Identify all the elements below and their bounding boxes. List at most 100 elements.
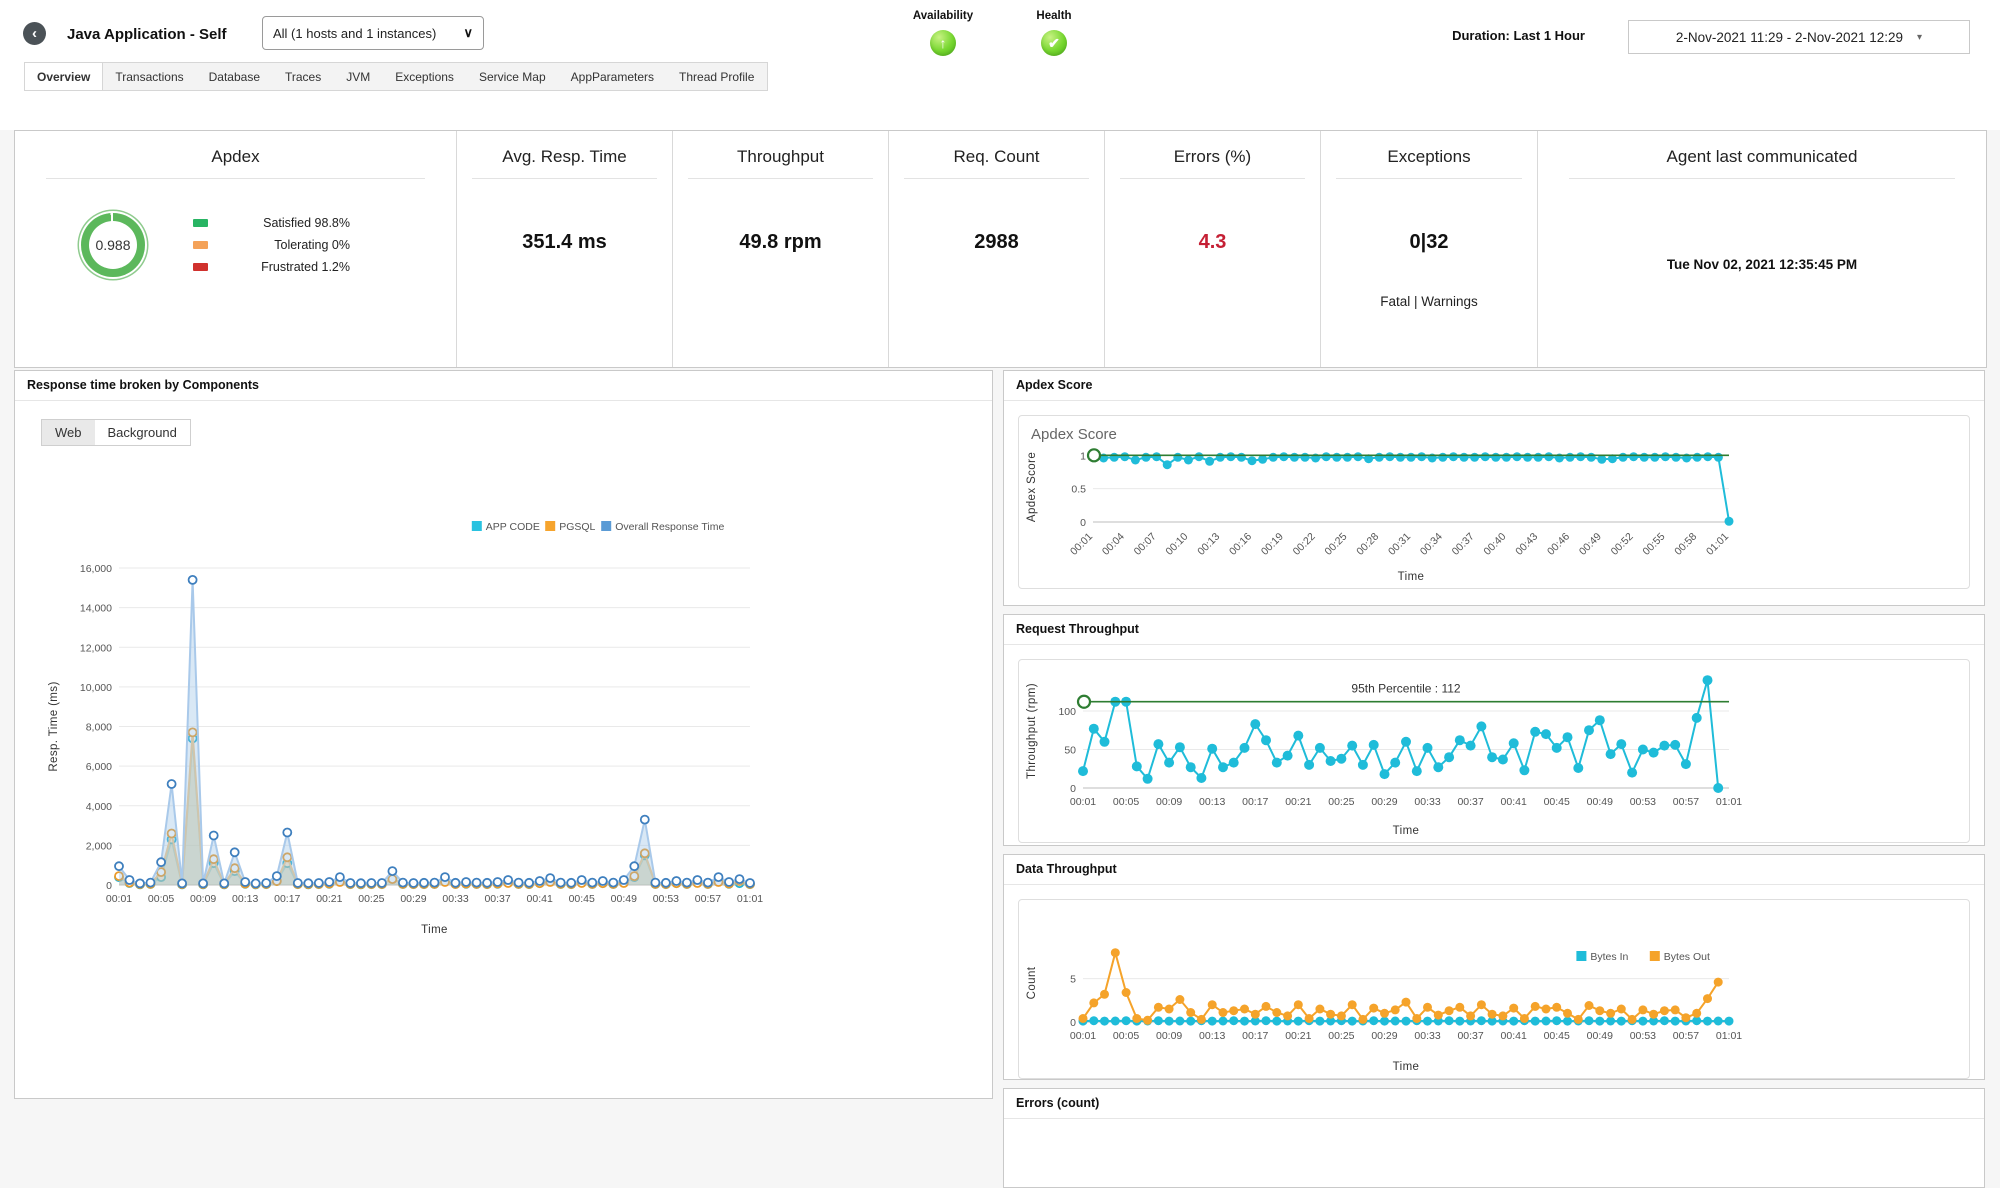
svg-text:00:13: 00:13 (1195, 531, 1222, 558)
svg-text:Apdex Score: Apdex Score (1026, 452, 1038, 522)
tab[interactable]: Transactions (103, 63, 196, 90)
tab[interactable]: Overview (24, 63, 103, 90)
errors-count-panel: Errors (count) (1003, 1088, 1985, 1188)
svg-text:100: 100 (1058, 706, 1076, 718)
card-title: Exceptions (1321, 147, 1537, 167)
card-title: Avg. Resp. Time (457, 147, 672, 167)
instance-selector-value: All (1 hosts and 1 instances) (273, 26, 436, 41)
availability-label: Availability (898, 10, 988, 22)
apdex-score-chart: 00.5100:0100:0400:0700:1000:1300:1600:19… (1019, 416, 1759, 586)
svg-text:Overall Response Time: Overall Response Time (615, 521, 724, 533)
svg-text:Time: Time (1393, 1061, 1420, 1073)
request-throughput-chart-box: 05010000:0100:0500:0900:1300:1700:2100:2… (1018, 659, 1970, 843)
exceptions-sublabel: Fatal | Warnings (1321, 294, 1537, 309)
apdex-card-title: Apdex (15, 147, 456, 167)
health-check-icon: ✔ (1041, 30, 1067, 56)
svg-text:0: 0 (1080, 517, 1086, 529)
tab[interactable]: Thread Profile (667, 63, 767, 90)
back-button[interactable]: ‹ (23, 22, 46, 45)
svg-text:00:31: 00:31 (1386, 531, 1413, 558)
tab[interactable]: Traces (273, 63, 334, 90)
svg-text:00:40: 00:40 (1481, 531, 1508, 558)
svg-text:00:49: 00:49 (1577, 531, 1604, 558)
svg-text:0: 0 (106, 880, 112, 892)
legend-label: Tolerating 0% (218, 238, 350, 252)
svg-text:Time: Time (1393, 825, 1420, 837)
svg-text:00:17: 00:17 (274, 893, 300, 905)
svg-text:00:21: 00:21 (316, 893, 342, 905)
svg-text:Resp. Time (ms): Resp. Time (ms) (48, 681, 60, 771)
apdex-score-chart-title: Apdex Score (1031, 426, 1117, 443)
svg-text:6,000: 6,000 (86, 761, 112, 773)
svg-text:00:01: 00:01 (1068, 531, 1095, 558)
svg-text:00:01: 00:01 (106, 893, 132, 905)
svg-text:APP CODE: APP CODE (486, 521, 540, 533)
svg-text:00:13: 00:13 (1199, 1030, 1225, 1042)
tab[interactable]: Exceptions (383, 63, 467, 90)
svg-text:00:09: 00:09 (1156, 1030, 1182, 1042)
apdex-legend: Satisfied 98.8% Tolerating 0% Frustrated… (193, 216, 350, 274)
data-throughput-panel-title: Data Throughput (1004, 855, 1984, 885)
svg-text:00:43: 00:43 (1513, 531, 1540, 558)
tab[interactable]: JVM (334, 63, 383, 90)
svg-text:00:49: 00:49 (1587, 796, 1613, 808)
svg-text:00:33: 00:33 (1414, 1030, 1440, 1042)
svg-text:Bytes In: Bytes In (1590, 951, 1628, 963)
svg-text:00:49: 00:49 (1587, 1030, 1613, 1042)
response-time-panel-title: Response time broken by Components (15, 371, 992, 401)
svg-text:Count: Count (1026, 966, 1038, 999)
divider (1336, 178, 1522, 179)
svg-text:2,000: 2,000 (86, 840, 112, 852)
health-status: Health ✔ (1009, 10, 1099, 56)
date-range-picker[interactable]: 2-Nov-2021 11:29 - 2-Nov-2021 12:29 ▾ (1628, 20, 1970, 54)
legend-swatch (193, 241, 208, 249)
tab-label: Overview (37, 70, 90, 84)
svg-text:95th Percentile : 112: 95th Percentile : 112 (1351, 682, 1461, 696)
right-column: Apdex Score Apdex Score 00.5100:0100:040… (1003, 370, 1985, 1188)
svg-text:00:45: 00:45 (569, 893, 595, 905)
svg-text:00:53: 00:53 (653, 893, 679, 905)
request-throughput-panel: Request Throughput 05010000:0100:0500:09… (1003, 614, 1985, 846)
svg-text:Time: Time (1398, 571, 1425, 583)
health-label: Health (1009, 10, 1099, 22)
svg-text:00:22: 00:22 (1291, 531, 1318, 558)
exceptions-card: Exceptions 0|32 Fatal | Warnings (1320, 131, 1537, 367)
duration-label: Duration: Last 1 Hour (1452, 28, 1585, 43)
svg-text:00:25: 00:25 (358, 893, 384, 905)
svg-text:00:55: 00:55 (1640, 531, 1667, 558)
svg-text:00:04: 00:04 (1100, 531, 1127, 558)
apdex-gauge: 0.988 (81, 213, 145, 277)
tab-label: Transactions (115, 70, 183, 84)
svg-text:00:34: 00:34 (1418, 531, 1445, 558)
errors-value: 4.3 (1105, 231, 1320, 254)
svg-text:00:45: 00:45 (1544, 796, 1570, 808)
main-content: Response time broken by Components Web B… (14, 370, 1985, 1188)
svg-text:12,000: 12,000 (80, 642, 112, 654)
divider (1120, 178, 1305, 179)
svg-text:Bytes Out: Bytes Out (1664, 951, 1710, 963)
request-throughput-panel-title: Request Throughput (1004, 615, 1984, 645)
svg-text:00:29: 00:29 (1371, 796, 1397, 808)
tab[interactable]: AppParameters (559, 63, 667, 90)
tab[interactable]: Service Map (467, 63, 559, 90)
svg-text:01:01: 01:01 (1704, 531, 1731, 558)
svg-text:0: 0 (1070, 1017, 1076, 1029)
tab-label: Database (209, 70, 260, 84)
legend-label: Satisfied 98.8% (218, 216, 350, 230)
svg-text:00:53: 00:53 (1630, 1030, 1656, 1042)
svg-text:00:13: 00:13 (232, 893, 258, 905)
svg-text:00:37: 00:37 (1450, 531, 1477, 558)
instance-selector[interactable]: All (1 hosts and 1 instances) ∨ (262, 16, 484, 50)
response-time-chart: 02,0004,0006,0008,00010,00012,00014,0001… (23, 452, 986, 939)
svg-text:00:19: 00:19 (1259, 531, 1286, 558)
svg-text:00:10: 00:10 (1163, 531, 1190, 558)
toggle-button[interactable]: Background (95, 420, 190, 445)
apdex-legend-item: Satisfied 98.8% (193, 216, 350, 230)
toggle-button[interactable]: Web (42, 420, 95, 445)
svg-text:00:58: 00:58 (1672, 531, 1699, 558)
main-tabs: Overview Transactions Database Traces JV… (24, 62, 768, 91)
tab[interactable]: Database (197, 63, 273, 90)
svg-text:00:33: 00:33 (442, 893, 468, 905)
apdex-score-panel: Apdex Score Apdex Score 00.5100:0100:040… (1003, 370, 1985, 606)
svg-text:00:05: 00:05 (1113, 1030, 1139, 1042)
